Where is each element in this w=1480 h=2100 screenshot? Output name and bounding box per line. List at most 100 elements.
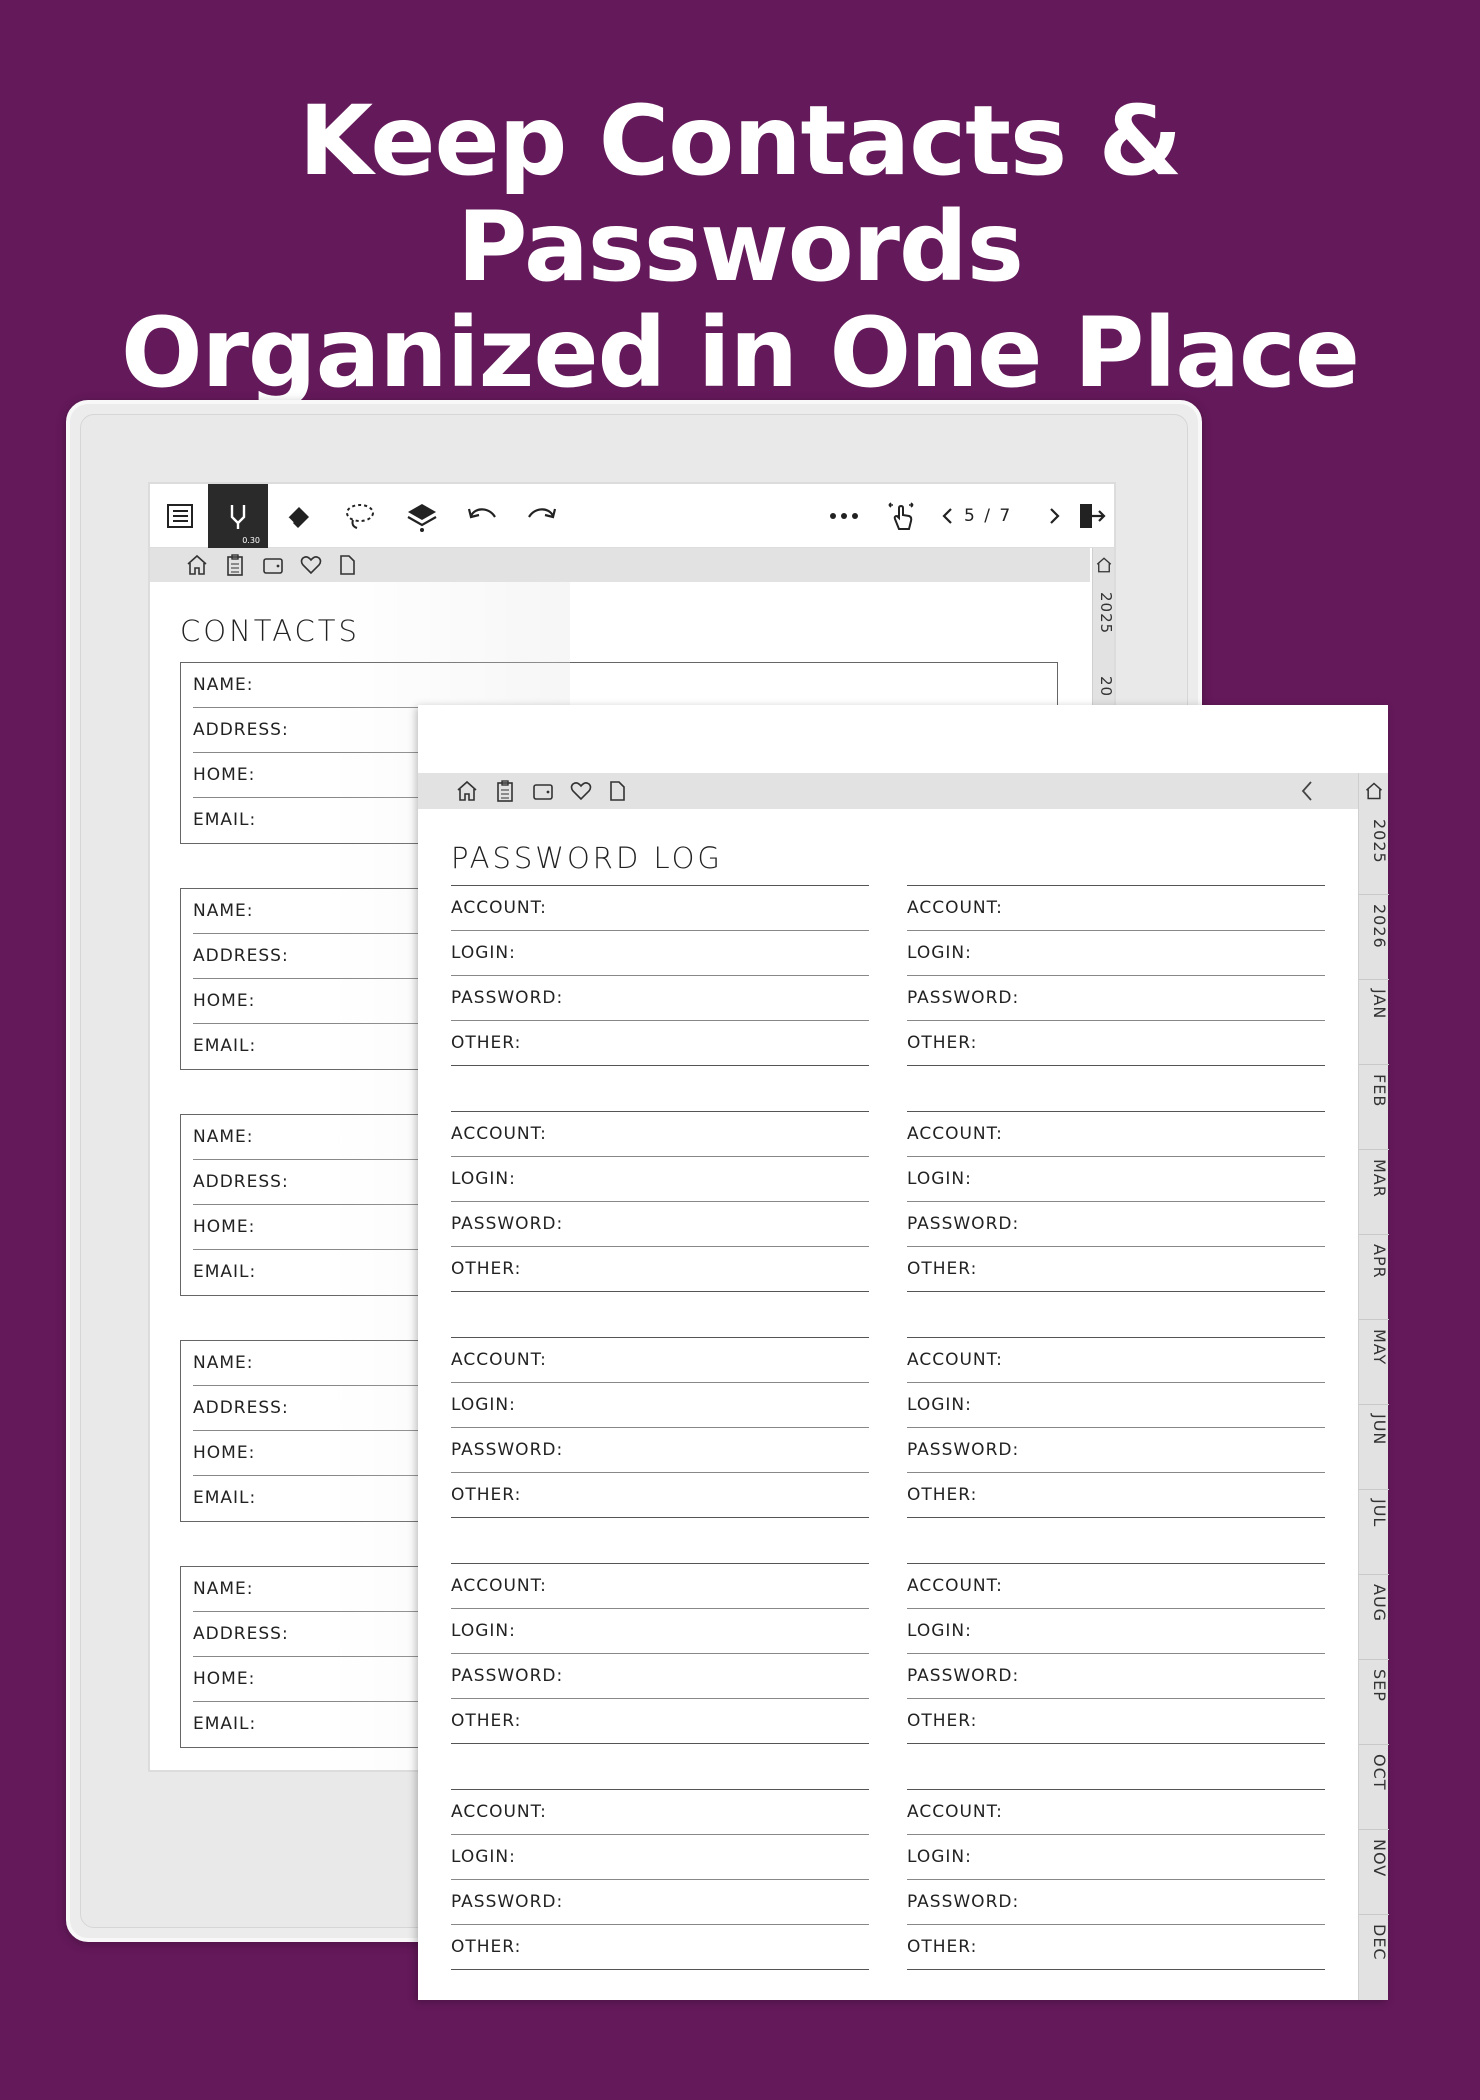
contact-field[interactable]: NAME: [193,663,1057,708]
password-field[interactable]: OTHER: [907,1021,1325,1066]
page-icon[interactable] [604,778,630,804]
password-field[interactable]: LOGIN: [451,1609,869,1654]
tab-divider [1359,1149,1389,1150]
password-entry: ACCOUNT: LOGIN: PASSWORD: OTHER: [451,885,869,1066]
password-field[interactable]: PASSWORD: [907,1202,1325,1247]
side-tab-sep[interactable]: SEP [1359,1669,1389,1702]
password-side-tabs: 2025 2026 JAN FEB MAR APR MAY JUN JUL AUG SEP OCT NO… [1358,773,1389,2000]
password-field[interactable]: LOGIN: [451,1835,869,1880]
undo-icon[interactable] [452,484,512,548]
menu-icon[interactable] [150,484,210,548]
password-field[interactable]: ACCOUNT: [907,1112,1325,1157]
side-tab-dec[interactable]: DEC [1359,1924,1389,1961]
password-field[interactable]: OTHER: [451,1247,869,1292]
side-tab[interactable]: 2025 [1093,592,1114,634]
touch-icon[interactable] [872,484,932,548]
password-field[interactable]: ACCOUNT: [451,886,869,931]
tab-divider [1359,1659,1389,1660]
password-field[interactable]: OTHER: [451,1925,869,1970]
lasso-icon[interactable] [330,484,390,548]
password-field[interactable]: PASSWORD: [907,1654,1325,1699]
password-field[interactable]: LOGIN: [907,1383,1325,1428]
password-field[interactable]: PASSWORD: [451,976,869,1021]
password-field[interactable]: PASSWORD: [451,1654,869,1699]
password-field[interactable]: LOGIN: [907,1157,1325,1202]
side-tab-oct[interactable]: OCT [1359,1754,1389,1791]
password-log-title: PASSWORD LOG [451,841,723,875]
side-tab-jan[interactable]: JAN [1359,989,1389,1019]
clipboard-icon[interactable] [222,552,248,578]
password-field[interactable]: OTHER: [451,1021,869,1066]
side-tab-feb[interactable]: FEB [1359,1074,1389,1107]
password-field[interactable]: PASSWORD: [451,1428,869,1473]
password-field[interactable]: LOGIN: [907,931,1325,976]
password-field[interactable]: OTHER: [451,1699,869,1744]
password-field[interactable]: PASSWORD: [451,1202,869,1247]
password-field[interactable]: LOGIN: [451,1157,869,1202]
clipboard-icon[interactable] [492,778,518,804]
password-field[interactable]: OTHER: [907,1473,1325,1518]
password-field[interactable]: OTHER: [907,1925,1325,1970]
tab-divider [1359,1829,1389,1830]
password-field[interactable]: PASSWORD: [907,1428,1325,1473]
password-entry: ACCOUNT: LOGIN: PASSWORD: OTHER: [907,1789,1325,1970]
password-field[interactable]: OTHER: [907,1247,1325,1292]
side-home-icon[interactable] [1361,778,1387,804]
pen-size-label: 0.30 [242,536,260,545]
tab-divider [1359,1234,1389,1235]
home-icon[interactable] [454,778,480,804]
page-icon[interactable] [334,552,360,578]
password-entry: ACCOUNT: LOGIN: PASSWORD: OTHER: [907,885,1325,1066]
side-tab-jul[interactable]: JUL [1359,1499,1389,1527]
eraser-icon[interactable] [268,484,328,548]
password-field[interactable]: OTHER: [907,1699,1325,1744]
heart-icon[interactable] [298,552,324,578]
side-tab-2026[interactable]: 2026 [1359,904,1389,949]
password-field[interactable]: ACCOUNT: [451,1338,869,1383]
side-tab-apr[interactable]: APR [1359,1244,1389,1279]
side-tab[interactable]: 20 [1093,676,1114,697]
password-field[interactable]: ACCOUNT: [907,1790,1325,1835]
password-field[interactable]: LOGIN: [451,1383,869,1428]
password-field[interactable]: PASSWORD: [907,976,1325,1021]
headline: Keep Contacts & Passwords Organized in O… [0,88,1480,406]
more-icon[interactable] [814,484,874,548]
side-tab-mar[interactable]: MAR [1359,1159,1389,1198]
redo-icon[interactable] [512,484,572,548]
password-field[interactable]: LOGIN: [907,1835,1325,1880]
password-entry: ACCOUNT: LOGIN: PASSWORD: OTHER: [907,1337,1325,1518]
wallet-icon[interactable] [260,552,286,578]
tab-divider [1359,1574,1389,1575]
password-field[interactable]: LOGIN: [907,1609,1325,1654]
password-field[interactable]: PASSWORD: [907,1880,1325,1925]
exit-icon[interactable] [1068,484,1114,548]
password-field[interactable]: ACCOUNT: [907,1338,1325,1383]
password-field[interactable]: ACCOUNT: [907,1564,1325,1609]
side-tab-may[interactable]: MAY [1359,1329,1389,1365]
home-icon[interactable] [184,552,210,578]
wallet-icon[interactable] [530,778,556,804]
password-field[interactable]: OTHER: [451,1473,869,1518]
tab-divider [1359,1064,1389,1065]
layers-icon[interactable] [392,484,452,548]
side-tab-aug[interactable]: AUG [1359,1584,1389,1622]
prev-page-icon[interactable] [928,484,968,548]
heart-icon[interactable] [568,778,594,804]
side-home-icon[interactable] [1091,552,1114,578]
headline-line-2: Organized in One Place [120,297,1360,409]
back-chevron-icon[interactable] [1294,778,1320,804]
pen-icon[interactable]: 0.30 [208,484,268,548]
side-tab-nov[interactable]: NOV [1359,1839,1389,1877]
password-entry: ACCOUNT: LOGIN: PASSWORD: OTHER: [451,1337,869,1518]
password-field[interactable]: ACCOUNT: [907,886,1325,931]
password-field[interactable]: LOGIN: [451,931,869,976]
password-nav-strip [418,773,1358,809]
password-field[interactable]: ACCOUNT: [451,1112,869,1157]
password-field[interactable]: ACCOUNT: [451,1790,869,1835]
password-field[interactable]: ACCOUNT: [451,1564,869,1609]
side-tab-2025[interactable]: 2025 [1359,819,1389,864]
tab-divider [1359,1744,1389,1745]
side-tab-jun[interactable]: JUN [1359,1414,1389,1445]
password-field[interactable]: PASSWORD: [451,1880,869,1925]
tab-divider [1359,1489,1389,1490]
